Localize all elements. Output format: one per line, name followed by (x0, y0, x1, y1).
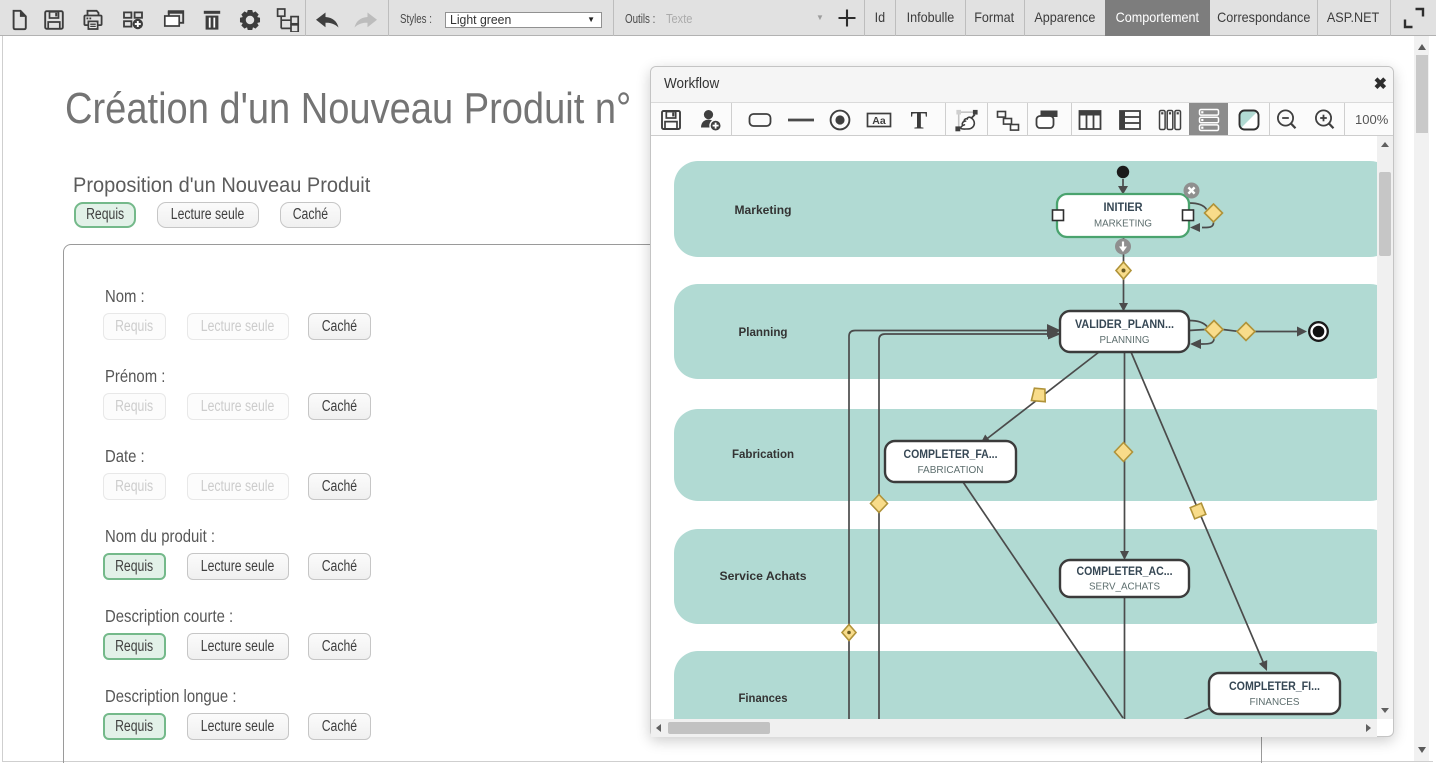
svg-text:COMPLETER_AC...: COMPLETER_AC... (1077, 564, 1173, 578)
svg-text:T: T (910, 108, 927, 134)
svg-text:COMPLETER_FA...: COMPLETER_FA... (904, 447, 998, 461)
svg-text:Finances: Finances (739, 691, 788, 705)
svg-text:Marketing: Marketing (735, 203, 792, 217)
svg-text:Service Achats: Service Achats (720, 569, 807, 583)
svg-text:VALIDER_PLANN...: VALIDER_PLANN... (1075, 317, 1174, 331)
svg-text:Aa: Aa (872, 115, 886, 127)
svg-text:INITIER: INITIER (1104, 200, 1143, 214)
svg-text:COMPLETER_FI...: COMPLETER_FI... (1229, 679, 1320, 693)
svg-text:FABRICATION: FABRICATION (918, 464, 984, 476)
svg-text:Fabrication: Fabrication (732, 447, 794, 461)
svg-text:SERV_ACHATS: SERV_ACHATS (1089, 581, 1160, 593)
svg-text:MARKETING: MARKETING (1094, 218, 1152, 230)
svg-text:PLANNING: PLANNING (1100, 334, 1150, 346)
svg-text:FINANCES: FINANCES (1250, 696, 1300, 708)
svg-text:Planning: Planning (739, 325, 788, 339)
